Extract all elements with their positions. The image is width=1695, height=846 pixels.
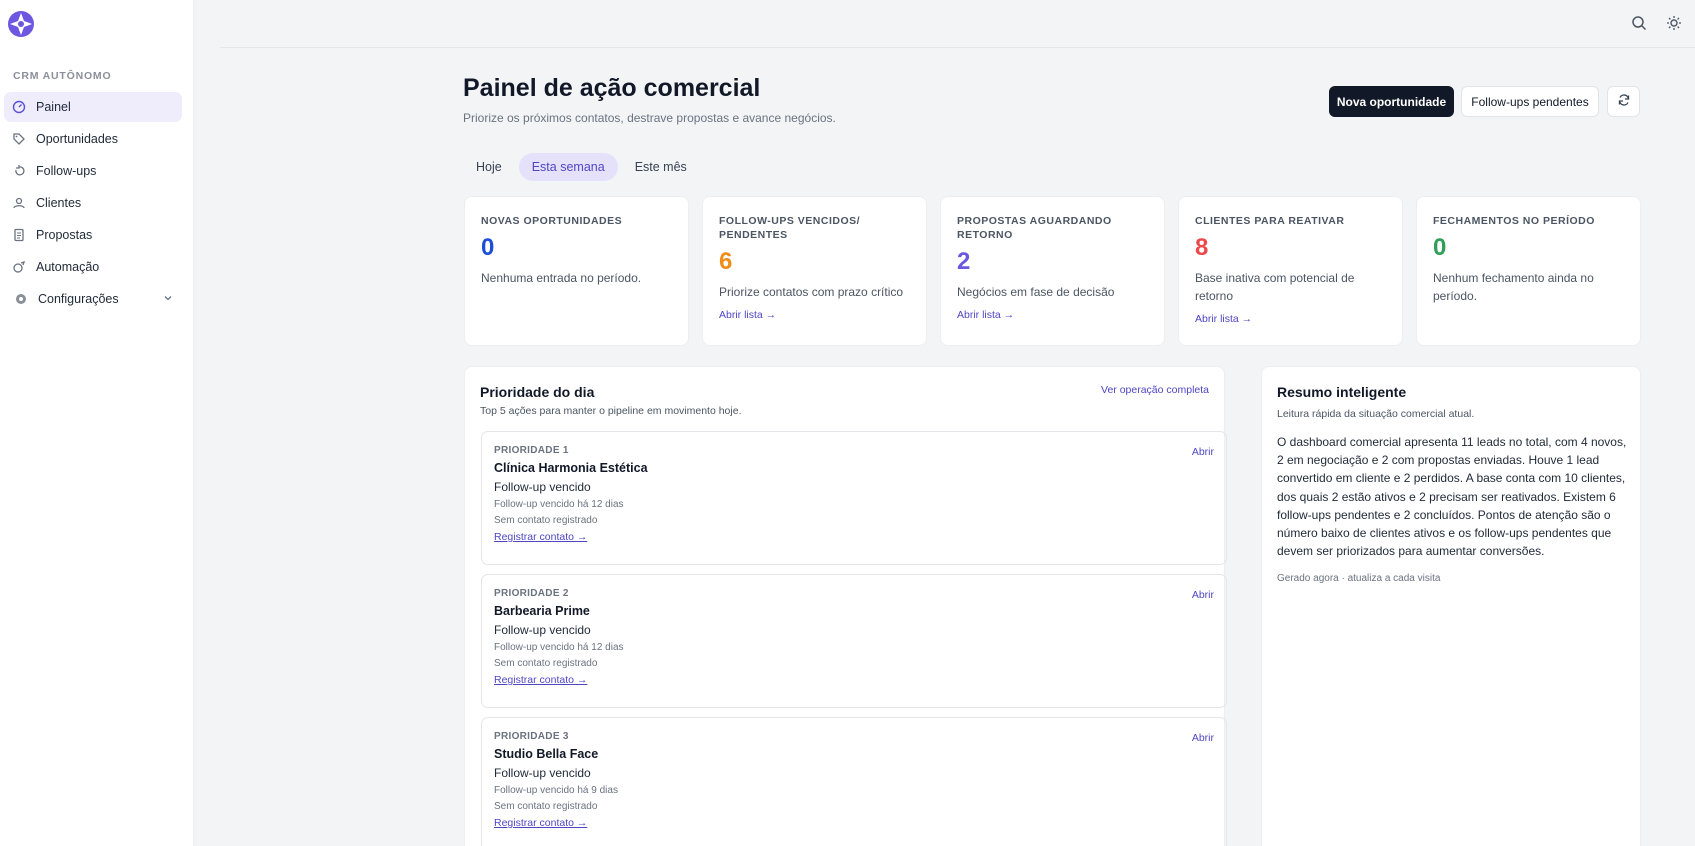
kpi-label: CLIENTES PARA REATIVAR — [1195, 215, 1345, 227]
search-icon[interactable] — [1630, 14, 1648, 32]
top-bar — [220, 0, 1695, 48]
kpi-label: FECHAMENTOS NO PERÍODO — [1433, 215, 1595, 227]
priority-type: Follow-up vencido — [494, 766, 591, 780]
sidebar-nav: Painel Oportunidades Follow-ups Clientes… — [4, 92, 182, 316]
chevron-down-icon — [162, 292, 174, 307]
priority-due: Follow-up vencido há 9 dias — [494, 785, 618, 796]
open-link[interactable]: Abrir — [1192, 732, 1214, 744]
pending-follow-ups-button[interactable]: Follow-ups pendentes — [1461, 86, 1599, 117]
sidebar-item-label: Clientes — [36, 196, 82, 210]
kpi-description: Negócios em fase de decisão — [957, 285, 1115, 299]
kpi-card-proposals: PROPOSTAS AGUARDANDO RETORNO 2 Negócios … — [940, 196, 1165, 346]
sidebar-item-label: Follow-ups — [36, 164, 97, 178]
open-list-link[interactable]: Abrir lista → — [1195, 313, 1252, 325]
kpi-label: PROPOSTAS AGUARDANDO RETORNO — [957, 215, 1112, 241]
refresh-icon — [1617, 93, 1631, 110]
priority-due: Follow-up vencido há 12 dias — [494, 499, 624, 510]
kpi-label: NOVAS OPORTUNIDADES — [481, 215, 623, 227]
new-opportunity-button[interactable]: Nova oportunidade — [1329, 86, 1454, 117]
kpi-card-reactivate-clients: CLIENTES PARA REATIVAR 8 Base inativa co… — [1178, 196, 1403, 346]
tab-hoje[interactable]: Hoje — [463, 153, 515, 181]
sidebar-item-label: Automação — [36, 260, 100, 274]
register-contact-link[interactable]: Registrar contato → — [494, 674, 587, 686]
priority-contact-status: Sem contato registrado — [494, 658, 598, 669]
open-list-link[interactable]: Abrir lista → — [719, 309, 776, 321]
summary-footer: Gerado agora · atualiza a cada visita — [1277, 573, 1441, 584]
summary-text: O dashboard comercial apresenta 11 leads… — [1277, 435, 1627, 559]
automation-icon — [12, 260, 26, 274]
summary-subtitle: Leitura rápida da situação comercial atu… — [1277, 408, 1475, 420]
document-icon — [12, 228, 26, 242]
sidebar-item-painel[interactable]: Painel — [4, 92, 182, 122]
priority-item: PRIORIDADE 2 Barbearia Prime Follow-up v… — [481, 574, 1227, 708]
summary-title: Resumo inteligente — [1277, 384, 1407, 400]
kpi-label: FOLLOW-UPS VENCIDOS/ PENDENTES — [719, 215, 861, 241]
open-link[interactable]: Abrir — [1192, 589, 1214, 601]
sidebar-item-label: Painel — [36, 100, 71, 114]
sidebar-item-label: Propostas — [36, 228, 93, 242]
priority-client-name: Clínica Harmonia Estética — [494, 461, 648, 475]
app-logo[interactable] — [7, 10, 35, 38]
open-link[interactable]: Abrir — [1192, 446, 1214, 458]
sidebar-item-oportunidades[interactable]: Oportunidades — [4, 124, 182, 154]
page-subtitle: Priorize os próximos contatos, destrave … — [463, 111, 836, 125]
smart-summary-panel: Resumo inteligente Leitura rápida da sit… — [1261, 366, 1641, 846]
priority-rank: PRIORIDADE 3 — [494, 731, 569, 742]
theme-toggle-icon[interactable] — [1665, 14, 1683, 32]
user-icon — [12, 196, 26, 210]
period-tabs: Hoje Esta semana Este mês — [463, 153, 700, 181]
kpi-card-closings: FECHAMENTOS NO PERÍODO 0 Nenhum fechamen… — [1416, 196, 1641, 346]
sidebar-item-automacao[interactable]: Automação — [4, 252, 182, 282]
kpi-value: 2 — [957, 248, 971, 275]
tab-este-mes[interactable]: Este mês — [622, 153, 700, 181]
kpi-description: Base inativa com potencial de retorno — [1195, 271, 1355, 303]
kpi-value: 8 — [1195, 234, 1209, 261]
sidebar-item-configuracoes[interactable]: Configurações — [4, 284, 182, 314]
kpi-value: 0 — [481, 234, 495, 261]
sidebar-item-label: Oportunidades — [36, 132, 119, 146]
priority-client-name: Barbearia Prime — [494, 604, 590, 618]
register-contact-link[interactable]: Registrar contato → — [494, 817, 587, 829]
sidebar-item-label: Configurações — [38, 292, 119, 306]
priority-subtitle: Top 5 ações para manter o pipeline em mo… — [480, 405, 742, 417]
priority-panel: Prioridade do dia Top 5 ações para mante… — [464, 366, 1227, 846]
register-contact-link[interactable]: Registrar contato → — [494, 531, 587, 543]
sidebar: CRM AUTÔNOMO Painel Oportunidades Follow… — [0, 0, 194, 846]
priority-client-name: Studio Bella Face — [494, 747, 599, 761]
kpi-card-new-opportunities: NOVAS OPORTUNIDADES 0 Nenhuma entrada no… — [464, 196, 689, 346]
sidebar-item-clientes[interactable]: Clientes — [4, 188, 182, 218]
priority-item: PRIORIDADE 1 Clínica Harmonia Estética F… — [481, 431, 1227, 565]
open-list-link[interactable]: Abrir lista → — [957, 309, 1014, 321]
tab-esta-semana[interactable]: Esta semana — [518, 153, 618, 181]
priority-type: Follow-up vencido — [494, 623, 591, 637]
priority-item: PRIORIDADE 3 Studio Bella Face Follow-up… — [481, 717, 1227, 846]
dashboard-icon — [12, 100, 26, 114]
priority-rank: PRIORIDADE 1 — [494, 445, 569, 456]
kpi-description: Priorize contatos com prazo crítico — [719, 285, 904, 299]
priority-rank: PRIORIDADE 2 — [494, 588, 569, 599]
kpi-description: Nenhuma entrada no período. — [481, 271, 642, 285]
priority-title: Prioridade do dia — [480, 384, 595, 400]
kpi-value: 6 — [719, 248, 733, 275]
tag-icon — [12, 132, 26, 146]
priority-contact-status: Sem contato registrado — [494, 801, 598, 812]
kpi-description: Nenhum fechamento ainda no período. — [1433, 271, 1594, 303]
sidebar-section-label: CRM AUTÔNOMO — [13, 70, 112, 82]
kpi-card-follow-ups: FOLLOW-UPS VENCIDOS/ PENDENTES 6 Prioriz… — [702, 196, 927, 346]
gear-icon — [14, 292, 28, 306]
kpi-value: 0 — [1433, 234, 1447, 261]
sidebar-item-propostas[interactable]: Propostas — [4, 220, 182, 250]
follow-up-icon — [12, 164, 26, 178]
priority-due: Follow-up vencido há 12 dias — [494, 642, 624, 653]
page-title: Painel de ação comercial — [463, 74, 761, 102]
priority-contact-status: Sem contato registrado — [494, 515, 598, 526]
view-full-operation-link[interactable]: Ver operação completa — [1101, 384, 1209, 396]
sidebar-item-follow-ups[interactable]: Follow-ups — [4, 156, 182, 186]
priority-type: Follow-up vencido — [494, 480, 591, 494]
refresh-button[interactable] — [1607, 86, 1640, 117]
